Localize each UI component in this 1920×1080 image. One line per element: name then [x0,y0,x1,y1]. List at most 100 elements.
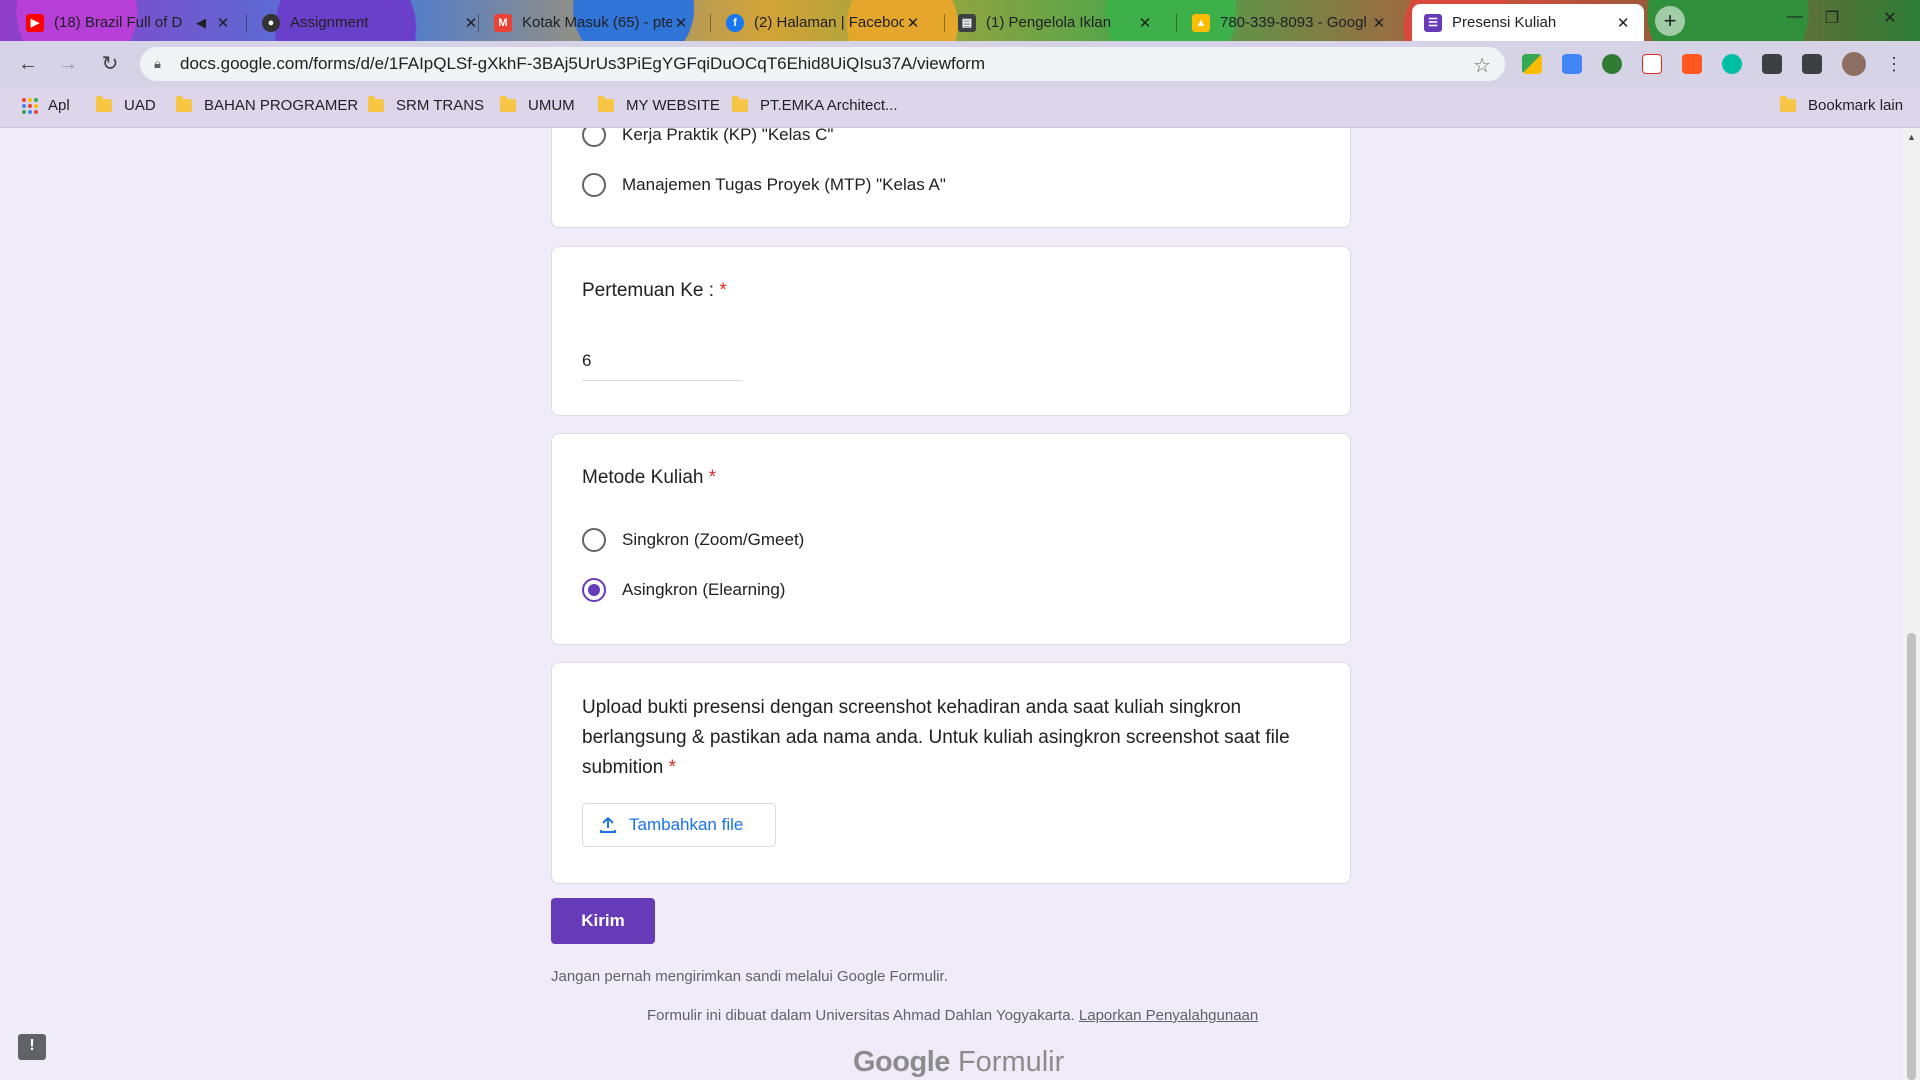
tab-divider [246,14,247,32]
tab-title: (1) Pengelola Iklan [986,14,1112,31]
folder-icon [96,96,112,112]
bookmark-folder[interactable]: PT.EMKA Architect... [732,96,898,114]
radio-button[interactable] [582,173,606,197]
option-label: Kerja Praktik (KP) "Kelas C" [622,128,834,144]
browser-toolbar: ← → ↻ 🔒︎ docs.google.com/forms/d/e/1FAIp… [0,41,1920,87]
tab-divider [1176,14,1177,32]
close-icon[interactable]: ✕ [1370,14,1388,32]
radio-button[interactable] [582,528,606,552]
radio-button-selected[interactable] [582,578,606,602]
question-title: Upload bukti presensi dengan screenshot … [582,693,1322,783]
bookmark-folder[interactable]: UAD [96,96,156,114]
required-asterisk: * [668,757,677,778]
close-icon[interactable]: ✕ [672,14,690,32]
other-bookmarks[interactable]: Bookmark lain [1780,96,1903,114]
footer-org-notice: Formulir ini dibuat dalam Universitas Ah… [647,1007,1258,1024]
tab-title: (18) Brazil Full of D [54,14,183,31]
bookmark-folder[interactable]: MY WEBSITE [598,96,720,114]
tab-divider [710,14,711,32]
meeting-number-input[interactable]: 6 [582,345,742,381]
close-window-icon[interactable]: ✕ [1870,8,1910,28]
bookmark-label: BAHAN PROGRAMER [204,97,359,114]
extension-icon[interactable] [1722,54,1742,74]
scroll-thumb[interactable] [1907,633,1916,1080]
tab-divider [478,14,479,32]
star-icon[interactable]: ☆ [1473,53,1491,78]
tab-gmail[interactable]: M Kotak Masuk (65) - pte ✕ [482,4,702,41]
tab-assignment[interactable]: ● Assignment ✕ [250,4,492,41]
bookmark-folder[interactable]: BAHAN PROGRAMER [176,96,359,114]
folder-icon [176,96,192,112]
youtube-icon: ▶ [26,13,44,32]
bookmark-folder[interactable]: SRM TRANS [368,96,485,114]
new-tab-button[interactable]: + [1655,6,1685,36]
radio-button[interactable] [582,128,606,147]
bookmark-folder[interactable]: UMUM [500,96,575,114]
tab-google-ads[interactable]: ▲ 780-339-8093 - Googl ✕ [1180,4,1400,41]
folder-icon [1780,96,1796,112]
radio-option[interactable]: Manajemen Tugas Proyek (MTP) "Kelas A" [582,173,946,197]
gmail-icon: M [494,13,512,32]
bookmark-label: PT.EMKA Architect... [760,97,898,114]
radio-option-singkron[interactable]: Singkron (Zoom/Gmeet) [582,528,804,552]
forward-icon[interactable]: → [54,50,82,78]
close-icon[interactable]: ✕ [214,14,232,32]
tab-title: Presensi Kuliah [1452,14,1557,31]
submit-label: Kirim [581,911,625,930]
option-label: Asingkron (Elearning) [622,580,786,599]
method-question-card: Metode Kuliah * Singkron (Zoom/Gmeet) As… [551,433,1351,645]
back-icon[interactable]: ← [14,50,42,78]
avatar[interactable] [1842,52,1866,76]
feedback-icon[interactable]: ! [18,1034,46,1060]
close-icon[interactable]: ✕ [904,14,922,32]
tab-facebook[interactable]: f (2) Halaman | Faceboo ✕ [714,4,934,41]
google-forms-logo[interactable]: Google Formulir [853,1046,1064,1079]
media-control-icon[interactable] [1802,54,1822,74]
tab-title: Assignment [290,14,369,31]
required-asterisk: * [708,467,717,488]
add-file-button[interactable]: Tambahkan file [582,803,776,847]
minimize-icon[interactable]: — [1775,8,1815,26]
tab-title: Kotak Masuk (65) - pte [522,14,672,31]
close-icon[interactable]: ✕ [1136,14,1154,32]
tab-presensi-kuliah[interactable]: ☰ Presensi Kuliah ✕ [1412,4,1644,41]
apps-icon [22,97,38,114]
folder-icon [500,96,516,112]
bookmark-label: UMUM [528,97,575,114]
tab-ads-manager[interactable]: ▤ (1) Pengelola Iklan ✕ [946,4,1166,41]
bookmark-label: Apl [48,97,70,114]
bookmark-label: SRM TRANS [396,97,485,114]
question-title-text: Metode Kuliah [582,467,704,488]
restore-icon[interactable]: ❐ [1812,8,1852,28]
google-wordmark: Google [853,1046,950,1078]
report-abuse-link[interactable]: Laporkan Penyalahgunaan [1079,1007,1258,1024]
extension-icon[interactable] [1602,54,1622,74]
apps-shortcut[interactable]: Apl [22,97,70,114]
address-bar[interactable]: 🔒︎ docs.google.com/forms/d/e/1FAIpQLSf-g… [140,47,1505,81]
meeting-question-card: Pertemuan Ke : * 6 [551,246,1351,416]
calendar-icon[interactable] [1642,54,1662,74]
tab-title: (2) Halaman | Faceboo [754,14,904,31]
tab-divider [944,14,945,32]
form-page: Kerja Praktik (KP) "Kelas C" Manajemen T… [0,128,1920,1080]
page-scrollbar[interactable]: ▲ [1903,128,1920,1080]
password-warning: Jangan pernah mengirimkan sandi melalui … [551,968,948,985]
extension-icon[interactable] [1522,54,1542,74]
lock-icon[interactable]: 🔒︎ [154,56,168,72]
radio-option[interactable]: Kerja Praktik (KP) "Kelas C" [582,128,833,147]
question-title: Metode Kuliah * [582,467,716,489]
tab-youtube[interactable]: ▶ (18) Brazil Full of D ◀ ✕ [14,4,244,41]
github-icon: ● [262,13,280,32]
created-in-text: Formulir ini dibuat dalam Universitas Ah… [647,1007,1075,1024]
reload-icon[interactable]: ↻ [96,50,124,78]
translate-icon[interactable] [1562,54,1582,74]
question-title-text: Upload bukti presensi dengan screenshot … [582,697,1290,778]
submit-button[interactable]: Kirim [551,898,655,944]
radio-option-asingkron[interactable]: Asingkron (Elearning) [582,578,785,602]
menu-icon[interactable]: ⋮ [1880,50,1908,78]
puzzle-icon[interactable] [1762,54,1782,74]
close-icon[interactable]: ✕ [1614,14,1632,32]
scroll-up-icon[interactable]: ▲ [1907,132,1916,142]
extension-icon[interactable] [1682,54,1702,74]
mute-icon[interactable]: ◀ [196,15,206,31]
